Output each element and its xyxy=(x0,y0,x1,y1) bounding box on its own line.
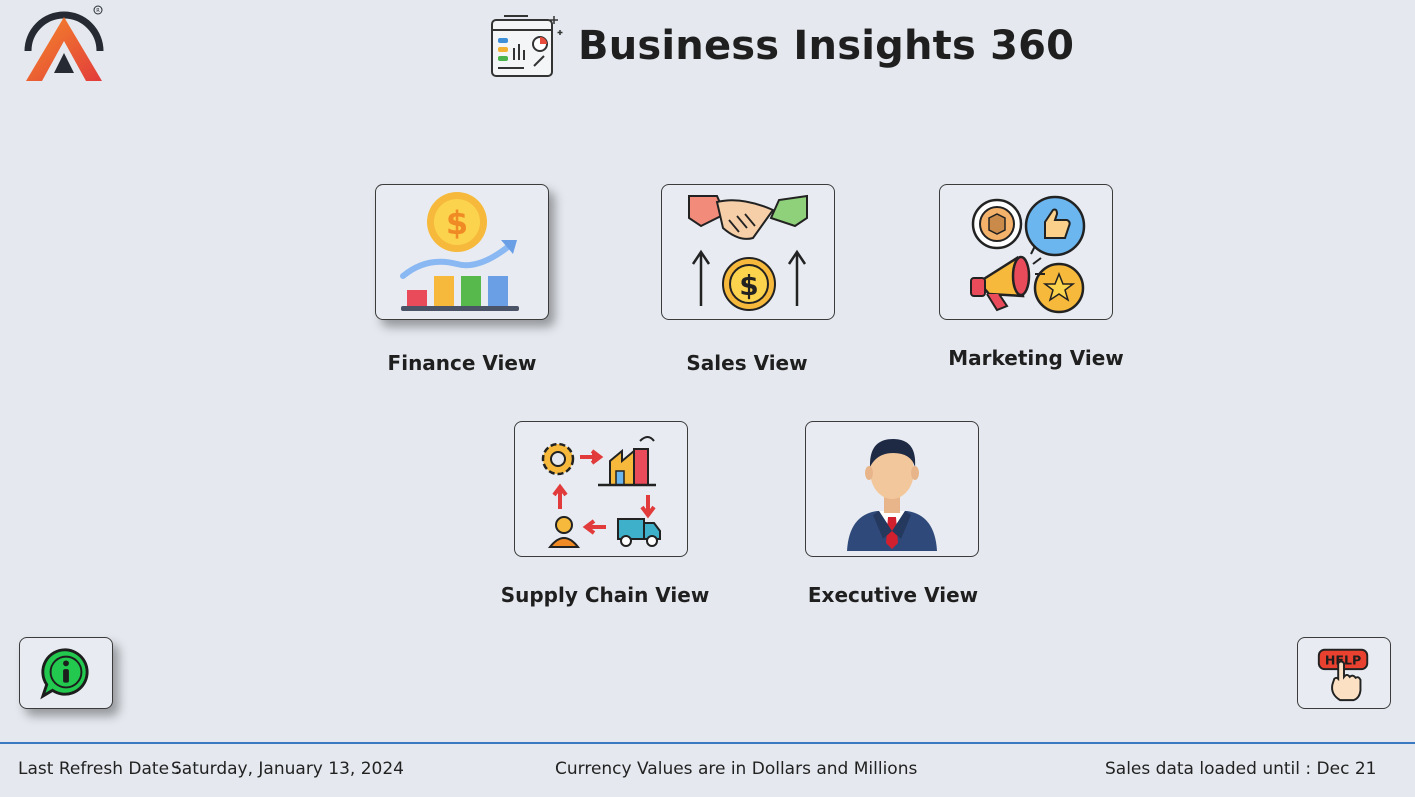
info-chat-icon xyxy=(40,648,89,700)
sales-view-tile[interactable]: $ xyxy=(661,184,835,320)
svg-text:$: $ xyxy=(739,269,758,302)
supply-chain-view-label[interactable]: Supply Chain View xyxy=(501,583,710,607)
marketing-megaphone-icon xyxy=(970,195,1086,314)
help-hand-icon: HELP xyxy=(1317,648,1369,702)
help-button[interactable]: HELP xyxy=(1297,637,1391,709)
finance-chart-icon: $ xyxy=(400,192,519,311)
handshake-dollar-icon: $ xyxy=(688,194,808,311)
last-refresh-label: Last Refresh Date : xyxy=(18,759,181,779)
finance-view-tile[interactable]: $ xyxy=(375,184,549,320)
finance-view-label[interactable]: Finance View xyxy=(388,351,537,375)
svg-text:$: $ xyxy=(446,204,468,242)
svg-text:R: R xyxy=(96,8,100,14)
currency-note: Currency Values are in Dollars and Milli… xyxy=(555,759,918,779)
marketing-view-tile[interactable] xyxy=(939,184,1113,320)
footer-divider xyxy=(0,742,1415,744)
header: Business Insights 360 xyxy=(488,10,1074,82)
sales-loaded-note: Sales data loaded until : Dec 21 xyxy=(1105,759,1377,779)
page-title: Business Insights 360 xyxy=(578,23,1075,69)
supply-chain-icon xyxy=(541,436,661,548)
executive-view-tile[interactable] xyxy=(805,421,979,557)
executive-view-label[interactable]: Executive View xyxy=(808,583,978,607)
supply-chain-view-tile[interactable] xyxy=(514,421,688,557)
executive-person-icon xyxy=(847,439,937,551)
company-logo: R xyxy=(22,3,106,85)
dashboard-report-icon xyxy=(491,15,563,77)
last-refresh-value: Saturday, January 13, 2024 xyxy=(171,759,404,779)
info-button[interactable] xyxy=(19,637,113,709)
sales-view-label[interactable]: Sales View xyxy=(686,351,807,375)
atliq-logo-icon: R xyxy=(24,5,104,81)
marketing-view-label[interactable]: Marketing View xyxy=(948,346,1124,370)
